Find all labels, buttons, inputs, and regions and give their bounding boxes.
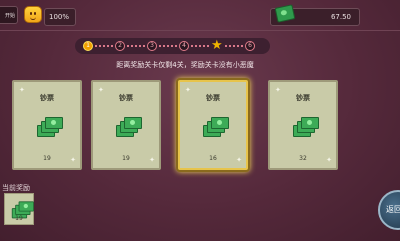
reward-card-4[interactable]: ✦ 钞票 32 ✦ xyxy=(268,80,338,170)
progress-dots xyxy=(159,45,177,49)
left-tab-label: 开始 xyxy=(4,12,15,19)
bonus-star-icon: ★ xyxy=(211,38,223,53)
progress-step-1: 1 xyxy=(83,41,93,51)
top-bar: 开始 100% 67.50 xyxy=(0,0,400,34)
card-title: 钞票 xyxy=(296,94,310,102)
cash-stack-icon xyxy=(293,116,319,137)
cash-stack-icon xyxy=(203,116,229,137)
left-tab-button[interactable]: 开始 xyxy=(0,6,18,24)
cash-stack-icon xyxy=(37,116,63,137)
card-title: 钞票 xyxy=(40,94,54,102)
bonus-level-notice: 距离奖励关卡仅剩4关，奖励关卡没有小恶魔 xyxy=(116,61,254,69)
progress-step-2: 2 xyxy=(115,41,125,51)
progress-dots xyxy=(127,45,145,49)
sparkle-icon: ✦ xyxy=(326,156,332,164)
progress-step-6: 6 xyxy=(245,41,255,51)
progress-step-3: 3 xyxy=(147,41,157,51)
sparkle-icon: ✦ xyxy=(236,156,242,164)
card-title: 钞票 xyxy=(119,94,133,102)
smiley-face-icon xyxy=(24,6,42,23)
reward-card-3[interactable]: ✦ 钞票 16 ✦ xyxy=(178,80,248,170)
cash-stack-icon xyxy=(116,116,142,137)
round-action-label: 返回 xyxy=(386,205,400,214)
sparkle-icon: ✦ xyxy=(149,156,155,164)
mood-percent: 100% xyxy=(44,8,76,26)
sparkle-icon: ✦ xyxy=(70,156,76,164)
level-progress-bar: 1 2 3 4 ★ 6 xyxy=(75,38,270,54)
progress-dots xyxy=(191,45,209,49)
reward-card-1[interactable]: ✦ 钞票 19 ✦ xyxy=(12,80,82,170)
progress-dots xyxy=(95,45,113,49)
progress-dots xyxy=(225,45,243,49)
card-title: 钞票 xyxy=(206,94,220,102)
top-divider xyxy=(0,30,400,31)
current-reward-label: 当前奖励 xyxy=(2,184,30,192)
progress-step-4: 4 xyxy=(179,41,189,51)
round-action-button[interactable]: 返回 xyxy=(378,190,400,230)
reward-count: 19 xyxy=(15,215,23,222)
current-reward-slot: 19 xyxy=(4,193,34,225)
reward-card-2[interactable]: ✦ 钞票 19 ✦ xyxy=(91,80,161,170)
